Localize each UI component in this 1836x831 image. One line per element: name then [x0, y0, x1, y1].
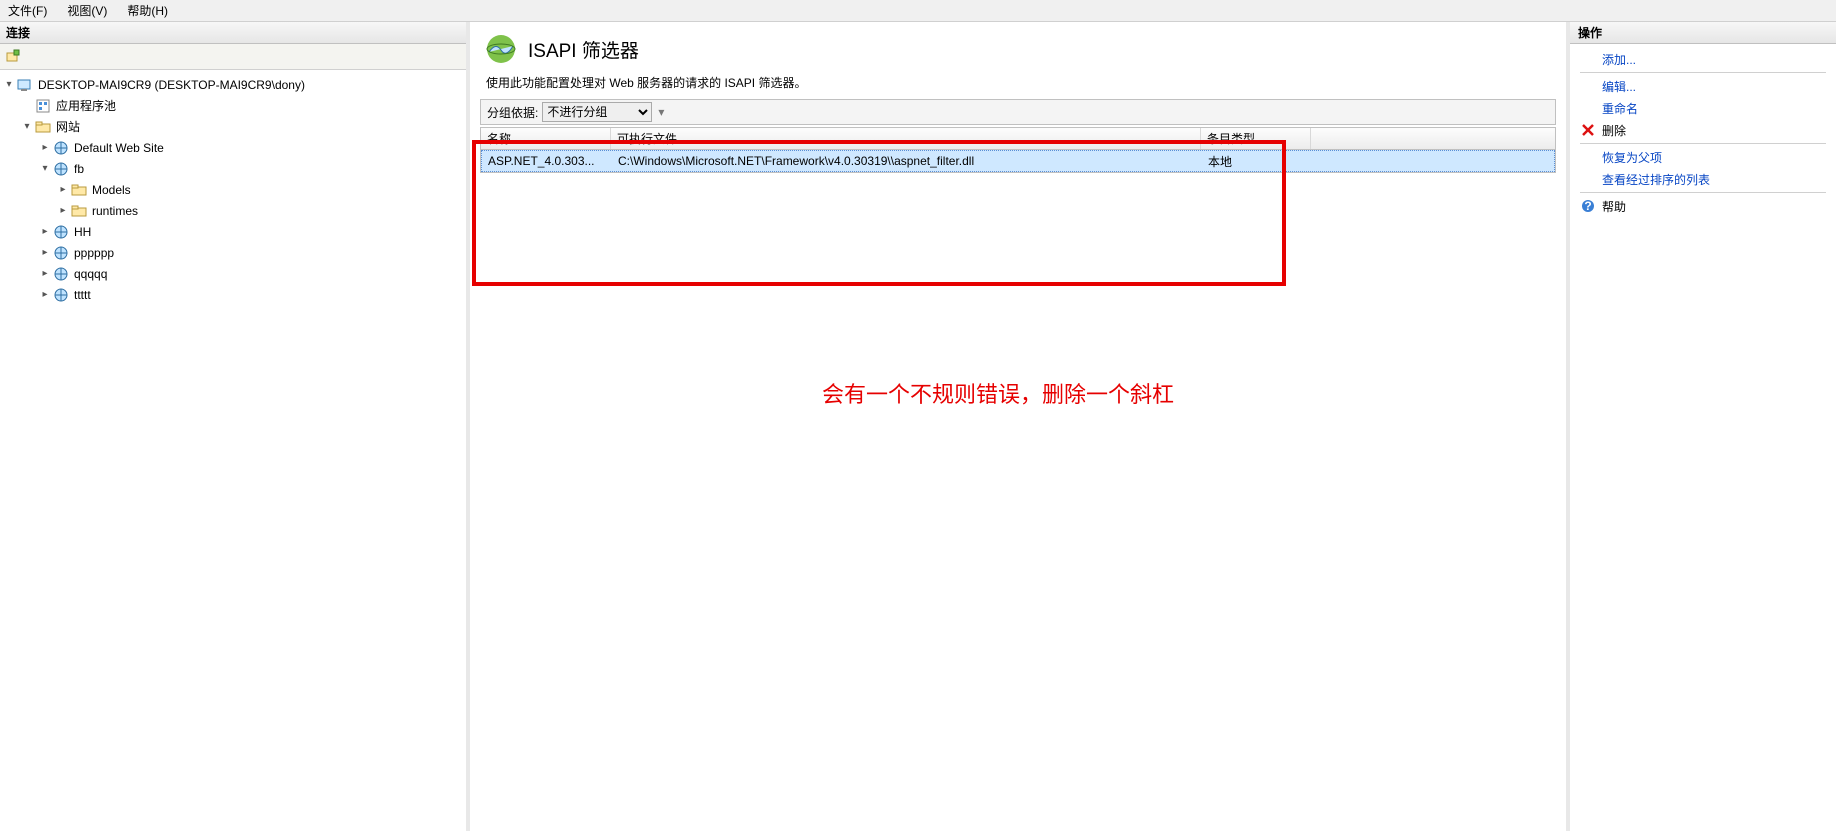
page-title: ISAPI 筛选器	[528, 36, 639, 63]
connections-header: 连接	[0, 22, 466, 44]
action-add[interactable]: 添加...	[1576, 48, 1830, 70]
connections-panel: 连接 ▾ DESKTOP-MAI9CR9 (DESKTOP-MAI9CR9\do…	[0, 22, 470, 831]
menu-bar: 文件(F) 视图(V) 帮助(H)	[0, 0, 1836, 22]
app-pool-icon	[34, 98, 52, 114]
svg-text:?: ?	[1584, 199, 1591, 213]
tree-root-label: DESKTOP-MAI9CR9 (DESKTOP-MAI9CR9\dony)	[36, 78, 307, 92]
globe-icon	[52, 287, 70, 303]
action-add-label: 添加...	[1602, 51, 1636, 68]
action-view-ordered[interactable]: 查看经过排序的列表	[1576, 168, 1830, 190]
col-header-type[interactable]: 条目类型	[1201, 128, 1311, 149]
delete-icon	[1580, 122, 1596, 138]
expand-icon[interactable]: ▸	[38, 142, 52, 153]
separator	[1580, 72, 1826, 73]
globe-icon	[52, 245, 70, 261]
grid-row-selected[interactable]: ASP.NET_4.0.303... C:\Windows\Microsoft.…	[481, 150, 1555, 172]
action-help[interactable]: ? 帮助	[1576, 195, 1830, 217]
menu-view[interactable]: 视图(V)	[67, 2, 107, 19]
actions-header: 操作	[1570, 22, 1836, 44]
tree-sites-label: 网站	[54, 118, 82, 135]
cell-type: 本地	[1202, 153, 1312, 170]
tree-pppppp-label: pppppp	[72, 246, 116, 260]
cell-name: ASP.NET_4.0.303...	[482, 154, 612, 168]
folder-icon	[70, 182, 88, 198]
expand-icon[interactable]: ▸	[56, 184, 70, 195]
tree-root[interactable]: ▾ DESKTOP-MAI9CR9 (DESKTOP-MAI9CR9\dony)	[2, 74, 464, 95]
action-edit-label: 编辑...	[1602, 78, 1636, 95]
group-by-more-icon[interactable]: ▾	[658, 105, 664, 119]
isapi-icon	[484, 32, 518, 66]
folder-icon	[34, 119, 52, 135]
col-header-name[interactable]: 名称	[481, 128, 611, 149]
tree-runtimes-label: runtimes	[90, 204, 140, 218]
tree-qqqqq[interactable]: ▸ qqqqq	[2, 263, 464, 284]
annotation-text: 会有一个不规则错误，删除一个斜杠	[822, 377, 1174, 409]
group-by-select[interactable]: 不进行分组	[542, 102, 652, 122]
action-view-ordered-label: 查看经过排序的列表	[1602, 171, 1710, 188]
tree-default-site-label: Default Web Site	[72, 141, 166, 155]
page-title-row: ISAPI 筛选器	[476, 28, 1560, 74]
tree-models-label: Models	[90, 183, 133, 197]
menu-file[interactable]: 文件(F)	[8, 2, 47, 19]
cell-exe: C:\Windows\Microsoft.NET\Framework\v4.0.…	[612, 154, 1202, 168]
expand-icon[interactable]: ▾	[2, 79, 16, 90]
tree-app-pools-label: 应用程序池	[54, 97, 118, 114]
tree-models[interactable]: ▸ Models	[2, 179, 464, 200]
group-by-label: 分组依据:	[487, 104, 538, 121]
tree-hh[interactable]: ▸ HH	[2, 221, 464, 242]
connections-tree[interactable]: ▾ DESKTOP-MAI9CR9 (DESKTOP-MAI9CR9\dony)…	[0, 70, 466, 831]
grid-header: 名称 可执行文件 条目类型	[481, 128, 1555, 150]
expand-icon[interactable]: ▸	[38, 268, 52, 279]
expand-icon[interactable]: ▾	[20, 121, 34, 132]
action-delete[interactable]: 删除	[1576, 119, 1830, 141]
server-icon	[16, 77, 34, 93]
action-revert[interactable]: 恢复为父项	[1576, 146, 1830, 168]
new-connection-icon[interactable]	[4, 49, 22, 65]
blank-icon	[1580, 100, 1596, 116]
globe-icon	[52, 266, 70, 282]
tree-ttttt-label: ttttt	[72, 288, 93, 302]
page-description: 使用此功能配置处理对 Web 服务器的请求的 ISAPI 筛选器。	[476, 74, 1560, 99]
connections-toolbar	[0, 44, 466, 70]
expand-icon[interactable]: ▸	[38, 289, 52, 300]
menu-help[interactable]: 帮助(H)	[127, 2, 168, 19]
blank-icon	[1580, 78, 1596, 94]
actions-list: 添加... 编辑... 重命名 删除 恢复为父项	[1570, 44, 1836, 221]
col-header-exe[interactable]: 可执行文件	[611, 128, 1201, 149]
globe-icon	[52, 161, 70, 177]
globe-icon	[52, 140, 70, 156]
action-rename-label: 重命名	[1602, 100, 1638, 117]
tree-ttttt[interactable]: ▸ ttttt	[2, 284, 464, 305]
action-revert-label: 恢复为父项	[1602, 149, 1662, 166]
blank-icon	[1580, 51, 1596, 67]
action-delete-label: 删除	[1602, 122, 1626, 139]
isapi-grid[interactable]: 名称 可执行文件 条目类型 ASP.NET_4.0.303... C:\Wind…	[480, 127, 1556, 173]
tree-default-site[interactable]: ▸ Default Web Site	[2, 137, 464, 158]
action-rename[interactable]: 重命名	[1576, 97, 1830, 119]
help-icon: ?	[1580, 198, 1596, 214]
action-help-label: 帮助	[1602, 198, 1626, 215]
separator	[1580, 192, 1826, 193]
tree-pppppp[interactable]: ▸ pppppp	[2, 242, 464, 263]
tree-fb[interactable]: ▾ fb	[2, 158, 464, 179]
tree-runtimes[interactable]: ▸ runtimes	[2, 200, 464, 221]
tree-fb-label: fb	[72, 162, 86, 176]
expand-icon[interactable]: ▾	[38, 163, 52, 174]
blank-icon	[1580, 171, 1596, 187]
tree-qqqqq-label: qqqqq	[72, 267, 109, 281]
feature-panel: ISAPI 筛选器 使用此功能配置处理对 Web 服务器的请求的 ISAPI 筛…	[470, 22, 1566, 831]
globe-icon	[52, 224, 70, 240]
group-by-row: 分组依据: 不进行分组 ▾	[480, 99, 1556, 125]
tree-sites[interactable]: ▾ 网站	[2, 116, 464, 137]
tree-hh-label: HH	[72, 225, 93, 239]
separator	[1580, 143, 1826, 144]
tree-app-pools[interactable]: 应用程序池	[2, 95, 464, 116]
expand-icon[interactable]: ▸	[38, 226, 52, 237]
blank-icon	[1580, 149, 1596, 165]
expand-icon[interactable]: ▸	[56, 205, 70, 216]
action-edit[interactable]: 编辑...	[1576, 75, 1830, 97]
actions-panel: 操作 添加... 编辑... 重命名 删除	[1566, 22, 1836, 831]
expand-icon[interactable]: ▸	[38, 247, 52, 258]
folder-icon	[70, 203, 88, 219]
